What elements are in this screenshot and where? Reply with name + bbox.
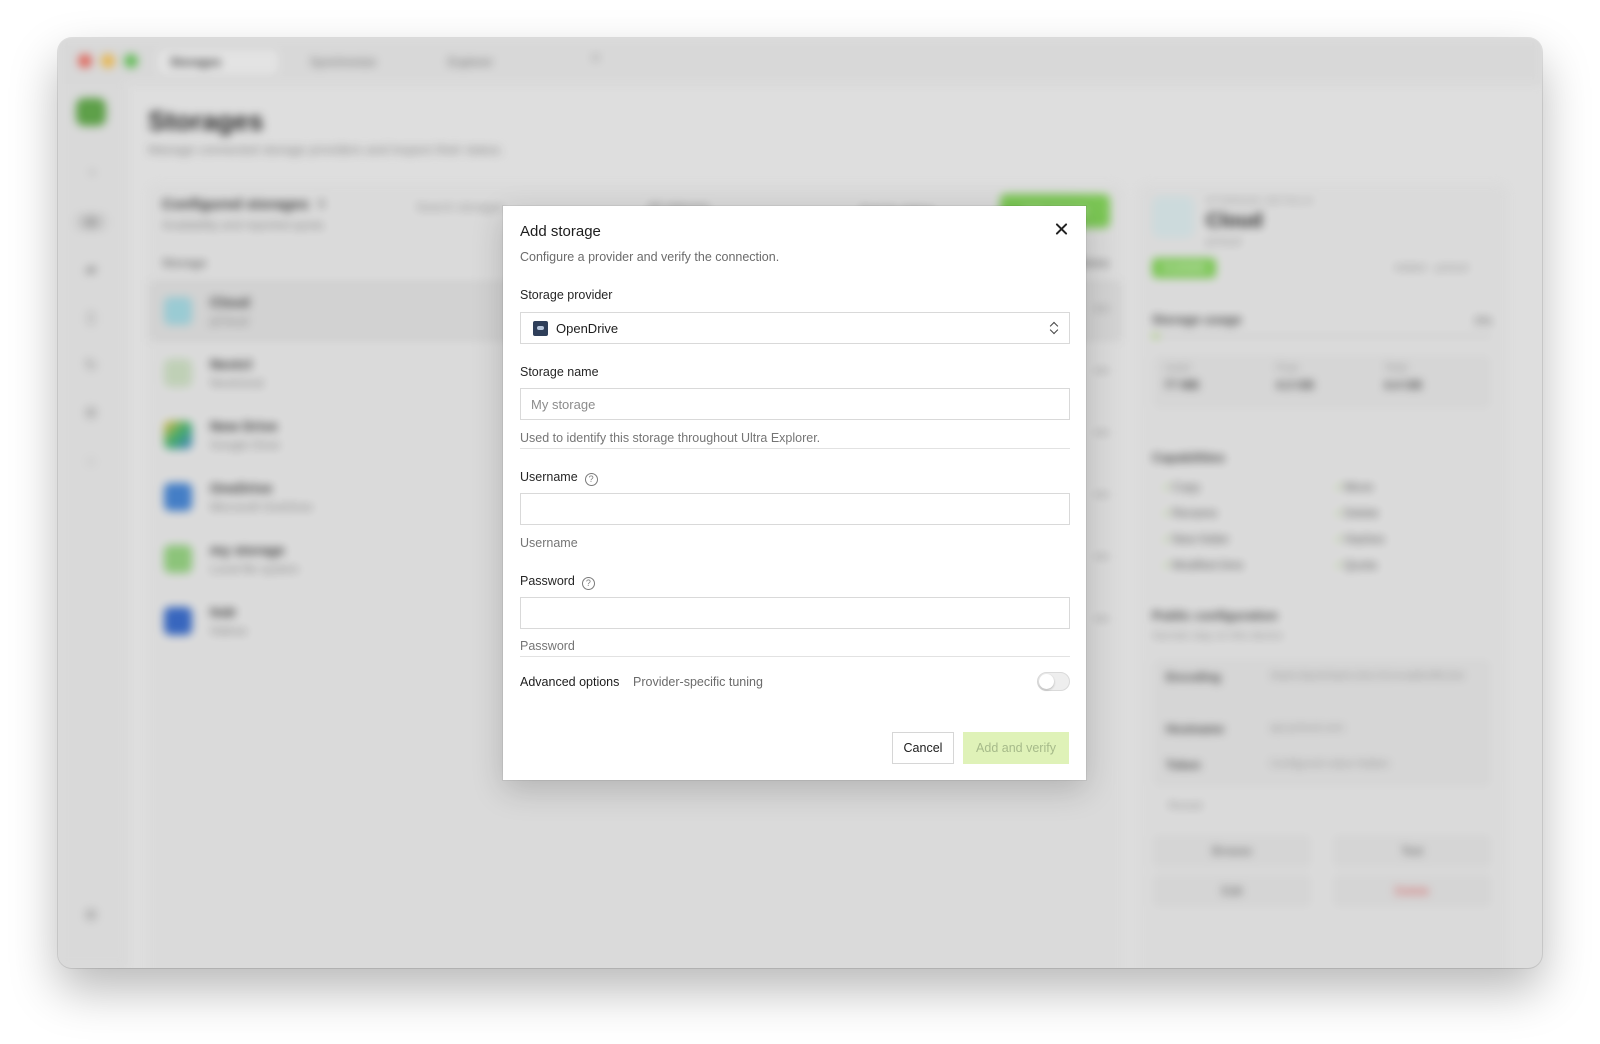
provider-label: Storage provider <box>520 288 613 302</box>
advanced-options-toggle[interactable] <box>1037 672 1070 691</box>
advanced-options-description: Provider-specific tuning <box>633 675 763 689</box>
password-label: Password? <box>520 574 595 590</box>
dialog-title: Add storage <box>520 223 601 240</box>
app-window: Storages Synchronize Explorer + ◔ ▤ ▰ ▯ … <box>58 38 1542 968</box>
password-hint: Password <box>520 639 1070 657</box>
toggle-knob <box>1039 674 1054 689</box>
username-field[interactable] <box>520 493 1070 525</box>
provider-value: OpenDrive <box>556 321 619 336</box>
opendrive-icon <box>533 321 548 336</box>
dialog-subtitle: Configure a provider and verify the conn… <box>520 250 780 264</box>
add-storage-dialog: Add storage Configure a provider and ver… <box>503 206 1086 780</box>
password-label-text: Password <box>520 574 575 588</box>
username-label-text: Username <box>520 470 578 484</box>
help-circle-icon[interactable]: ? <box>581 577 595 590</box>
provider-select[interactable]: OpenDrive <box>520 312 1070 344</box>
storage-name-input[interactable] <box>520 388 1070 420</box>
storage-name-label: Storage name <box>520 365 599 379</box>
close-icon[interactable] <box>1052 219 1072 239</box>
add-and-verify-button[interactable]: Add and verify <box>963 732 1069 764</box>
chevron-updown-icon <box>1049 320 1059 336</box>
username-hint: Username <box>520 536 578 550</box>
password-field[interactable] <box>520 597 1070 629</box>
cancel-button[interactable]: Cancel <box>892 732 954 764</box>
help-circle-icon[interactable]: ? <box>584 473 598 486</box>
storage-name-hint: Used to identify this storage throughout… <box>520 431 1070 449</box>
username-label: Username? <box>520 470 598 486</box>
advanced-options-label: Advanced options <box>520 675 620 689</box>
